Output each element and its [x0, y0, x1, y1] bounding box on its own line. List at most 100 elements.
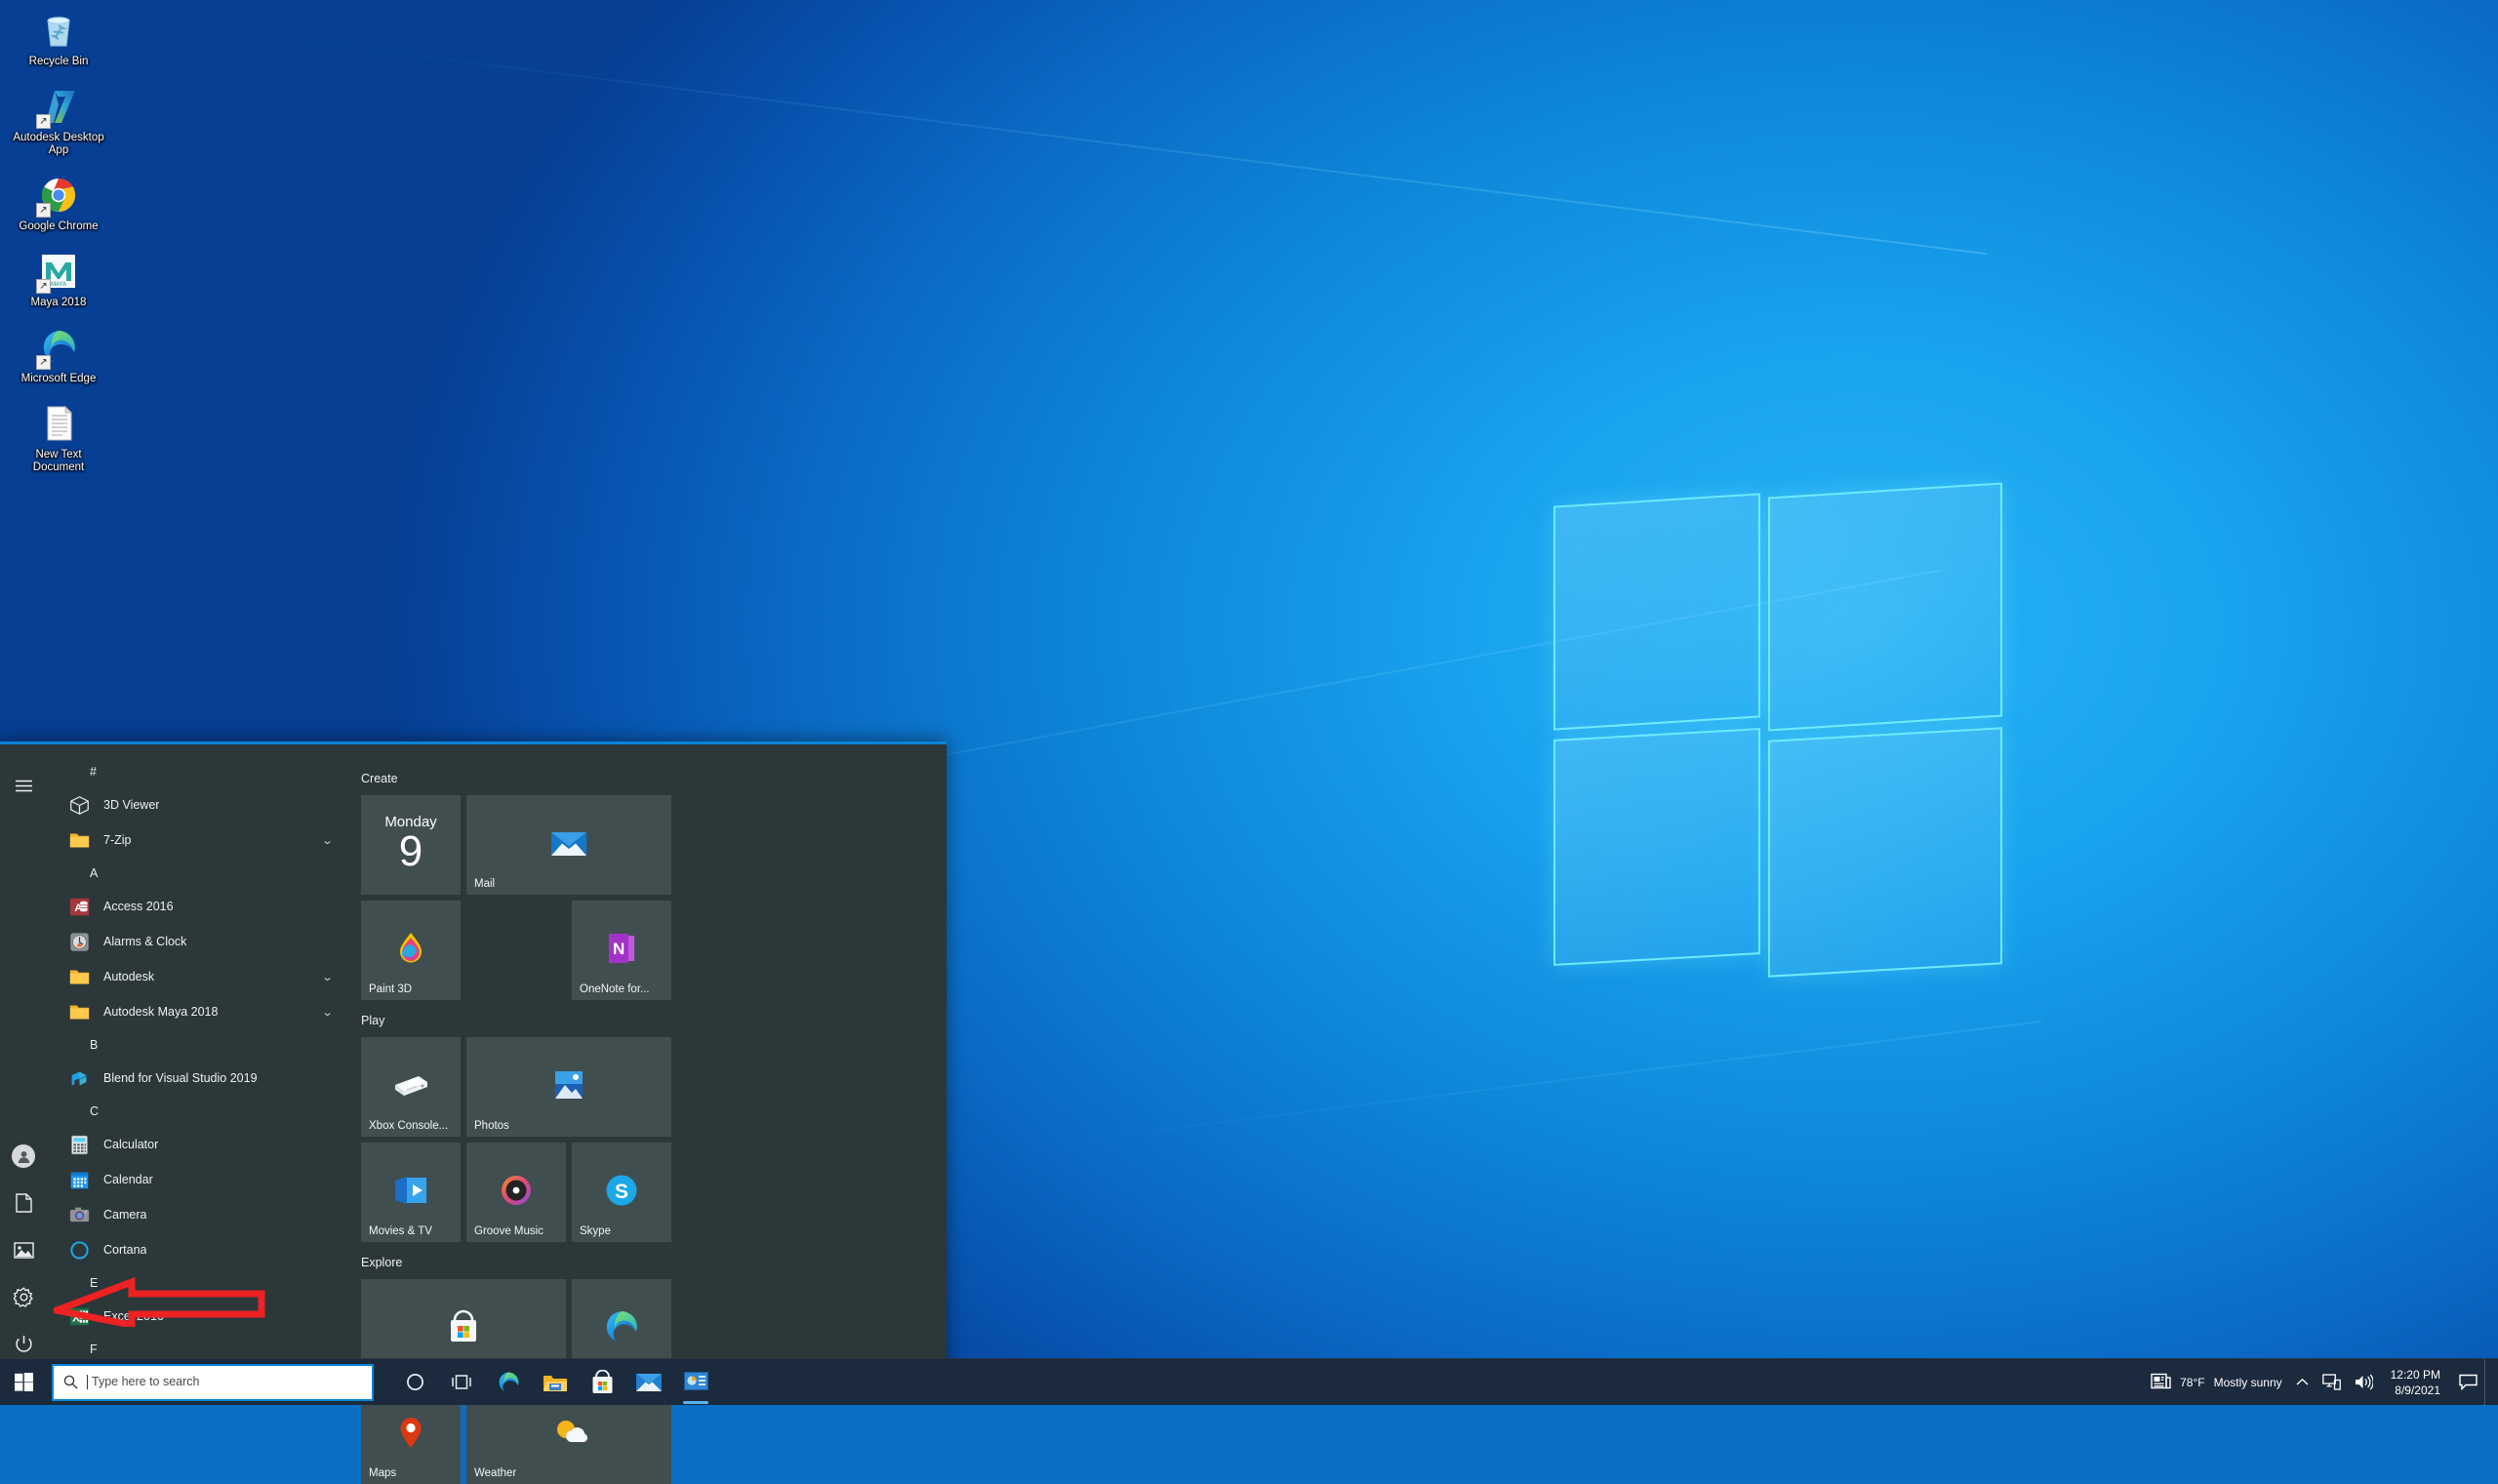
powerpoint-button[interactable] [672, 1359, 719, 1406]
taskbar[interactable]: Type here to search [0, 1358, 2498, 1405]
weather-condition-label: Mostly sunny [2214, 1376, 2282, 1389]
pictures-icon[interactable] [1, 1226, 46, 1273]
app-list-item[interactable]: Calculator [47, 1127, 340, 1162]
show-desktop-button[interactable] [2484, 1359, 2494, 1406]
desktop-icon-new-text-document[interactable]: New Text Document [8, 401, 109, 474]
app-list-item[interactable]: Autodesk⌄ [47, 959, 340, 994]
app-list-item[interactable]: Autodesk Maya 2018 ⌄ [47, 994, 340, 1029]
app-group-letter[interactable]: C [47, 1096, 340, 1127]
tile-row: Monday9Mail [361, 795, 947, 895]
excel-icon: X [68, 1305, 90, 1327]
app-list-item[interactable]: 3D Viewer [47, 787, 340, 822]
chevron-down-icon[interactable]: ⌄ [321, 971, 333, 983]
calendar-icon [68, 1169, 90, 1190]
desktop-icon-maya-2018[interactable]: MAYA ↗ Maya 2018 [8, 249, 109, 309]
tile-group-title[interactable]: Explore [361, 1256, 947, 1271]
hamburger-icon[interactable] [1, 762, 46, 809]
start-tile[interactable]: Paint 3D [361, 901, 461, 1000]
app-group-letter[interactable]: # [47, 756, 340, 787]
access-icon: A [68, 896, 90, 917]
start-menu-tiles[interactable]: Create Monday9MailPaint 3D NOneNote for...… [340, 744, 947, 1381]
task-view-button[interactable] [438, 1359, 485, 1406]
app-group-letter[interactable]: E [47, 1267, 340, 1299]
maya-icon: MAYA ↗ [36, 249, 81, 294]
start-tile[interactable]: Photos [466, 1037, 671, 1137]
desktop-icon-label: Google Chrome [19, 221, 98, 233]
volume-icon [2355, 1374, 2373, 1390]
network-button[interactable] [2316, 1359, 2348, 1406]
app-list-item-label: Camera [103, 1208, 146, 1222]
show-hidden-icons-button[interactable] [2289, 1359, 2316, 1406]
file-explorer-button[interactable] [532, 1359, 579, 1406]
desktop-icon-microsoft-edge[interactable]: ↗ Microsoft Edge [8, 325, 109, 385]
app-list-item[interactable]: Calendar [47, 1162, 340, 1197]
calendar-tile-date: 9 [399, 826, 423, 877]
app-list-item[interactable]: Blend for Visual Studio 2019 [47, 1061, 340, 1096]
gear-icon[interactable] [1, 1273, 46, 1320]
app-group-letter[interactable]: A [47, 858, 340, 889]
start-tile[interactable]: Xbox Console... [361, 1037, 461, 1137]
desktop-icon-google-chrome[interactable]: ↗ Google Chrome [8, 173, 109, 233]
tile-group-title[interactable]: Create [361, 772, 947, 787]
windows-logo-pane [1553, 493, 1760, 730]
cortana-button[interactable] [391, 1359, 438, 1406]
app-list-item-label: Alarms & Clock [103, 935, 186, 948]
tile-group: Create Monday9MailPaint 3D NOneNote for... [361, 772, 947, 1000]
clock-time: 12:20 PM [2391, 1367, 2440, 1383]
start-tile[interactable]: Movies & TV [361, 1143, 461, 1242]
app-list-item[interactable]: AAccess 2016 [47, 889, 340, 924]
search-icon [63, 1375, 78, 1389]
microsoft-store-icon [591, 1370, 614, 1394]
folder-icon [68, 1001, 90, 1023]
start-menu-app-list[interactable]: #3D Viewer7-Zip⌄AAAccess 2016Alarms & Cl… [47, 744, 340, 1381]
app-list-item[interactable]: Cortana [47, 1232, 340, 1267]
app-list-item[interactable]: Alarms & Clock [47, 924, 340, 959]
search-input[interactable]: Type here to search [52, 1364, 374, 1401]
mail-button[interactable] [625, 1359, 672, 1406]
alarms-clock-icon [68, 931, 90, 952]
desktop-icon-recycle-bin[interactable]: Recycle Bin [8, 8, 109, 68]
edge-icon [602, 1307, 641, 1346]
edge-button[interactable] [485, 1359, 532, 1406]
taskbar-app-buttons [391, 1359, 719, 1406]
start-tile[interactable]: Monday9 [361, 795, 461, 895]
app-list-item-label: Autodesk Maya 2018 [103, 1005, 218, 1019]
start-tile[interactable]: Groove Music [466, 1143, 566, 1242]
cortana-icon [68, 1239, 90, 1261]
chevron-down-icon[interactable]: ⌄ [321, 834, 333, 847]
start-tile[interactable]: Mail [466, 795, 671, 895]
tile-label: Skype [580, 1225, 611, 1237]
tile-label: Groove Music [474, 1225, 544, 1237]
start-button[interactable] [0, 1359, 47, 1406]
volume-button[interactable] [2348, 1359, 2380, 1406]
news-and-interests[interactable]: 78°F Mostly sunny [2144, 1359, 2289, 1406]
user-account-icon[interactable] [1, 1133, 46, 1180]
app-list-item-label: 3D Viewer [103, 798, 159, 812]
desktop-icon-autodesk-desktop-app[interactable]: ↗ Autodesk Desktop App [8, 84, 109, 157]
app-list-item[interactable]: Camera [47, 1197, 340, 1232]
tile-group-title[interactable]: Play [361, 1014, 947, 1029]
tile-group: Play Xbox Console... PhotosMovies & TV Groo… [361, 1014, 947, 1242]
movies-tv-icon [391, 1171, 430, 1210]
system-tray: 78°F Mostly sunny 12: [2144, 1359, 2498, 1406]
tile-label: Xbox Console... [369, 1120, 448, 1132]
calculator-icon [68, 1134, 90, 1155]
chevron-down-icon[interactable]: ⌄ [321, 1006, 333, 1019]
app-list-item[interactable]: 7-Zip⌄ [47, 822, 340, 858]
clock-date: 8/9/2021 [2395, 1383, 2440, 1398]
document-icon[interactable] [1, 1180, 46, 1226]
temperature-label: 78°F [2180, 1376, 2204, 1389]
tile-label: Maps [369, 1467, 396, 1479]
start-tile[interactable]: NOneNote for... [572, 901, 671, 1000]
desktop-icon-label: Maya 2018 [31, 297, 87, 309]
start-menu[interactable]: #3D Viewer7-Zip⌄AAAccess 2016Alarms & Cl… [0, 742, 947, 1381]
app-group-letter[interactable]: B [47, 1029, 340, 1061]
microsoft-store-button[interactable] [579, 1359, 625, 1406]
clock[interactable]: 12:20 PM 8/9/2021 [2380, 1359, 2451, 1406]
desktop-icon-label: Recycle Bin [29, 56, 89, 68]
shortcut-badge-icon: ↗ [36, 279, 51, 294]
app-list-item[interactable]: X Excel 2016 [47, 1299, 340, 1334]
start-tile[interactable]: SSkype [572, 1143, 671, 1242]
action-center-button[interactable] [2451, 1359, 2484, 1406]
app-list-item-label: Excel 2016 [103, 1309, 164, 1323]
